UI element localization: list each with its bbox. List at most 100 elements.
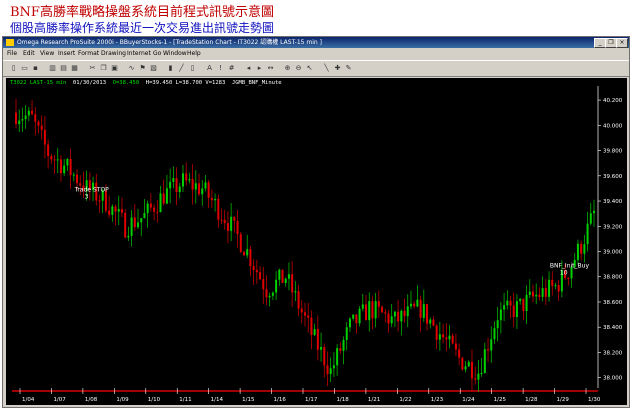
candle-body <box>262 279 265 290</box>
candle-body <box>53 159 56 161</box>
candle-body <box>374 301 377 319</box>
candle-body <box>464 366 467 370</box>
strategy-icon[interactable]: ⚑ <box>138 64 147 73</box>
candle-body <box>291 274 294 293</box>
candle-body <box>201 188 204 195</box>
grid-icon[interactable]: # <box>227 64 236 73</box>
menu-view[interactable]: View <box>40 49 54 59</box>
candle-body <box>589 213 592 224</box>
bar-chart-icon[interactable]: ▮ <box>166 64 175 73</box>
candle-body <box>580 243 583 254</box>
alert-icon[interactable]: ! <box>216 64 225 73</box>
candle-body <box>146 203 149 214</box>
candle-body <box>461 357 464 370</box>
candle-body <box>390 316 393 324</box>
chart-window[interactable]: T3022 LAST-15 min 01/30/2013 O=38.450 H=… <box>6 78 627 405</box>
scroll-right-icon[interactable]: ▸ <box>255 64 264 73</box>
candle-body <box>381 306 384 313</box>
y-tick-label: 39.600 <box>603 174 623 180</box>
candle-body <box>512 305 515 317</box>
candlestick-icon[interactable]: ▯ <box>188 64 197 73</box>
candle-body <box>275 279 278 293</box>
signal-sub-label: 3 <box>85 194 89 201</box>
line-chart-icon[interactable]: ╱ <box>177 64 186 73</box>
crosshair-icon[interactable]: ✚ <box>333 64 342 73</box>
pointer-icon[interactable]: ↖ <box>305 64 314 73</box>
menu-insert[interactable]: Insert <box>58 49 75 59</box>
candle-body <box>442 334 445 338</box>
candle-body <box>416 299 419 307</box>
x-tick-label: 1/22 <box>399 397 411 403</box>
pen-icon[interactable]: ✎ <box>344 64 353 73</box>
paste-icon[interactable]: ▣ <box>110 64 119 73</box>
candle-body <box>544 288 547 297</box>
menu-help[interactable]: Help <box>187 49 201 59</box>
candle-body <box>470 361 473 379</box>
zoom-out-icon[interactable]: ⊖ <box>294 64 303 73</box>
format-icon[interactable]: ▧ <box>149 64 158 73</box>
candle-body <box>352 314 355 319</box>
candle-body <box>297 291 300 309</box>
candle-body <box>435 325 438 340</box>
price-chart[interactable]: 40.200 40.000 39.800 39.600 39.400 39.200 39.0… <box>6 78 627 405</box>
candle-body <box>313 329 316 335</box>
quote-icon[interactable]: ▤ <box>59 64 68 73</box>
zoom-in-icon[interactable]: ⊕ <box>283 64 292 73</box>
menu-go[interactable]: Go <box>153 49 161 59</box>
insert-text-icon[interactable]: A <box>205 64 214 73</box>
menu-edit[interactable]: Edit <box>23 49 35 59</box>
trendline-icon[interactable]: ╲ <box>322 64 331 73</box>
x-tick-label: 1/25 <box>494 397 507 403</box>
menu-format[interactable]: Format <box>78 49 99 59</box>
candle-body <box>429 319 432 324</box>
candle-body <box>165 188 168 204</box>
x-tick-label: 1/24 <box>462 397 475 403</box>
menu-file[interactable]: File <box>7 49 17 59</box>
compress-icon[interactable]: ↔ <box>266 64 275 73</box>
candle-body <box>345 327 348 340</box>
candle-body <box>503 305 506 310</box>
y-tick-label: 39.800 <box>603 149 623 155</box>
tradestation-window: Omega Research ProSuite 2000i - BBuyerSt… <box>2 36 630 408</box>
candle-body <box>178 186 181 193</box>
x-tick-label: 1/17 <box>305 397 318 403</box>
candle-body <box>316 329 319 350</box>
candle-body <box>413 303 416 307</box>
candle-body <box>538 294 541 297</box>
candle-body <box>56 159 59 161</box>
close-button[interactable]: × <box>616 38 628 48</box>
candle-body <box>310 317 313 335</box>
candle-body <box>149 203 152 208</box>
candle-body <box>130 217 133 236</box>
chart-icon[interactable]: ▥ <box>48 64 57 73</box>
candle-body <box>326 365 329 375</box>
menu-drawing[interactable]: Drawing <box>101 49 126 59</box>
candle-body <box>515 301 518 317</box>
menu-window[interactable]: Window <box>163 49 187 59</box>
signal-label: Trade STOP <box>74 187 110 194</box>
y-tick-label: 39.000 <box>603 250 623 256</box>
menu-internet[interactable]: Internet <box>127 49 151 59</box>
copy-icon[interactable]: ❐ <box>99 64 108 73</box>
candle-body <box>14 112 18 125</box>
scroll-left-icon[interactable]: ◂ <box>244 64 253 73</box>
candle-body <box>268 295 271 298</box>
candle-body <box>153 207 156 212</box>
candle-body <box>339 348 342 351</box>
window-titlebar[interactable]: Omega Research ProSuite 2000i - BBuyerSt… <box>3 37 629 48</box>
candle-body <box>63 165 66 174</box>
signal-sub-label: 10 <box>560 269 568 276</box>
print-icon[interactable]: ▦ <box>70 64 79 73</box>
candle-body <box>496 320 499 329</box>
new-document-icon[interactable]: ▯ <box>9 64 18 73</box>
cut-icon[interactable]: ✂ <box>88 64 97 73</box>
candle-body <box>535 294 538 297</box>
candle-body <box>477 373 480 380</box>
save-icon[interactable]: ▪ <box>31 64 40 73</box>
open-folder-icon[interactable]: ▭ <box>20 64 29 73</box>
candle-body <box>493 328 496 340</box>
indicator-icon[interactable]: ∿ <box>127 64 136 73</box>
candle-body <box>458 349 461 358</box>
candle-body <box>490 339 493 351</box>
candle-body <box>66 158 69 166</box>
